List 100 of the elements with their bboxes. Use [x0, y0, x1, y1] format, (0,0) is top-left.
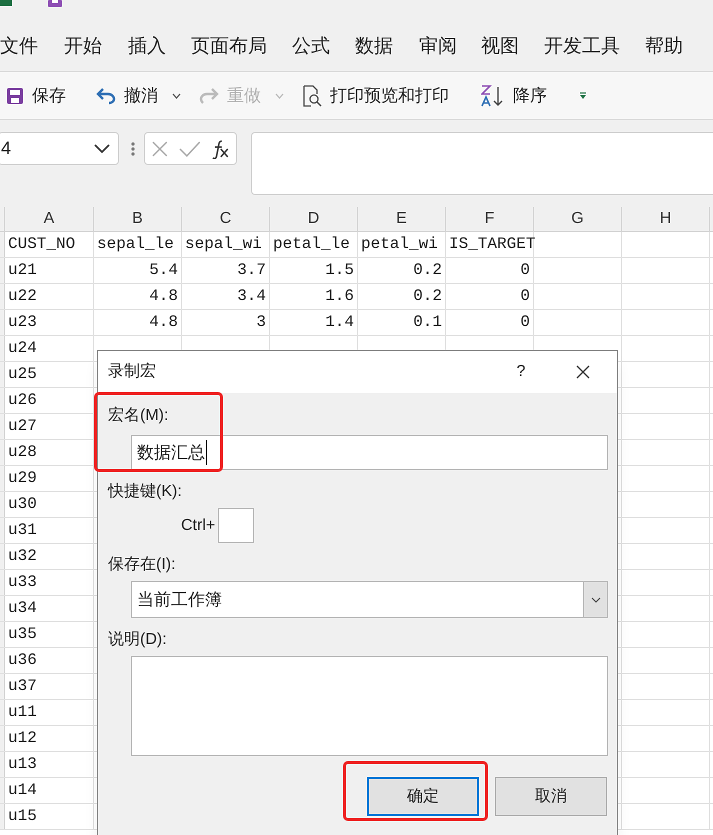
dialog-button[interactable]: 确定 — [367, 777, 479, 816]
table-cell[interactable]: 4.8 — [94, 310, 182, 335]
table-cell[interactable]: petal_le — [270, 232, 358, 257]
dropdown[interactable]: 当前工作簿 — [131, 581, 608, 618]
column-header[interactable]: F — [446, 207, 534, 231]
table-cell[interactable]: u23 — [5, 310, 94, 335]
toolbar-button[interactable]: 降序 — [479, 78, 549, 114]
table-cell[interactable]: sepal_le — [94, 232, 182, 257]
table-cell[interactable]: u37 — [5, 674, 94, 699]
row-header[interactable] — [0, 726, 5, 751]
more-icon[interactable] — [131, 142, 135, 156]
table-cell[interactable]: u29 — [5, 466, 94, 491]
ribbon-tab[interactable]: 公式 — [292, 32, 355, 61]
row-header[interactable] — [0, 518, 5, 543]
toolbar-button[interactable]: 保存 — [4, 78, 68, 114]
row-header[interactable] — [0, 284, 5, 309]
table-cell[interactable]: 0 — [446, 284, 534, 309]
table-cell[interactable]: u30 — [5, 492, 94, 517]
table-cell[interactable]: u22 — [5, 284, 94, 309]
ribbon-tab[interactable]: 文件 — [0, 32, 64, 61]
column-header[interactable]: B — [94, 207, 182, 231]
table-cell[interactable]: u13 — [5, 752, 94, 777]
table-cell[interactable]: 1.5 — [270, 258, 358, 283]
row-header[interactable] — [0, 596, 5, 621]
column-header[interactable]: C — [182, 207, 270, 231]
row-header[interactable] — [0, 440, 5, 465]
dialog-button[interactable]: 取消 — [495, 777, 607, 816]
table-cell[interactable]: 0.1 — [358, 310, 446, 335]
table-cell[interactable]: 0 — [446, 258, 534, 283]
table-cell[interactable]: 4.8 — [94, 284, 182, 309]
table-cell[interactable]: u33 — [5, 570, 94, 595]
ribbon-tab[interactable]: 视图 — [481, 32, 544, 61]
table-cell[interactable]: CUST_NO — [5, 232, 94, 257]
table-cell[interactable]: u35 — [5, 622, 94, 647]
row-header[interactable] — [0, 648, 5, 673]
table-cell[interactable]: u14 — [5, 778, 94, 803]
name-box[interactable]: 4 — [0, 132, 119, 165]
table-cell[interactable]: 0 — [446, 310, 534, 335]
table-cell[interactable]: 5.4 — [94, 258, 182, 283]
description-field[interactable] — [131, 656, 608, 756]
table-cell[interactable]: u15 — [5, 804, 94, 829]
cancel-icon[interactable] — [151, 140, 169, 158]
table-cell[interactable]: u21 — [5, 258, 94, 283]
row-header[interactable] — [0, 466, 5, 491]
help-button[interactable]: ? — [501, 357, 541, 387]
row-header[interactable] — [0, 622, 5, 647]
table-cell[interactable]: u24 — [5, 336, 94, 361]
row-header[interactable] — [0, 752, 5, 777]
column-header[interactable]: A — [5, 207, 94, 231]
ribbon-tab[interactable]: 数据 — [355, 32, 419, 61]
column-header[interactable]: G — [534, 207, 622, 231]
table-cell[interactable]: 1.6 — [270, 284, 358, 309]
row-header[interactable] — [0, 492, 5, 517]
table-cell[interactable]: 0.2 — [358, 258, 446, 283]
ribbon-tab[interactable]: 开始 — [64, 32, 128, 61]
row-header[interactable] — [0, 804, 5, 829]
row-header[interactable] — [0, 570, 5, 595]
table-cell[interactable]: u34 — [5, 596, 94, 621]
table-cell[interactable]: u28 — [5, 440, 94, 465]
table-cell[interactable]: u31 — [5, 518, 94, 543]
ribbon-tab[interactable]: 帮助 — [645, 32, 705, 61]
column-header[interactable]: D — [270, 207, 358, 231]
table-cell[interactable]: u36 — [5, 648, 94, 673]
shortcut-key-field[interactable] — [218, 508, 254, 543]
row-header[interactable] — [0, 232, 5, 257]
formula-input[interactable] — [251, 132, 713, 195]
ribbon-tab[interactable]: 插入 — [128, 32, 191, 61]
function-icon[interactable] — [210, 138, 230, 158]
column-header[interactable]: E — [358, 207, 446, 231]
table-cell[interactable]: sepal_wi — [182, 232, 270, 257]
row-header[interactable] — [0, 414, 5, 439]
ribbon-tab[interactable]: 开发工具 — [544, 32, 645, 61]
text-field[interactable]: 数据汇总 — [131, 435, 608, 470]
save-icon[interactable] — [48, 0, 62, 7]
table-cell[interactable]: petal_wi — [358, 232, 446, 257]
row-header[interactable] — [0, 258, 5, 283]
table-cell[interactable]: u26 — [5, 388, 94, 413]
table-cell[interactable]: u27 — [5, 414, 94, 439]
row-header[interactable] — [0, 336, 5, 361]
table-cell[interactable]: IS_TARGET — [446, 232, 534, 257]
ribbon-tab[interactable]: 页面布局 — [191, 32, 292, 61]
row-header[interactable] — [0, 388, 5, 413]
table-cell[interactable]: 3 — [182, 310, 270, 335]
column-header[interactable]: H — [622, 207, 710, 231]
row-header[interactable] — [0, 362, 5, 387]
row-header[interactable] — [0, 674, 5, 699]
check-icon[interactable] — [178, 140, 200, 156]
table-cell[interactable]: 0.2 — [358, 284, 446, 309]
ribbon-tab[interactable]: 审阅 — [419, 32, 481, 61]
table-cell[interactable]: 3.7 — [182, 258, 270, 283]
toolbar-button[interactable]: 撤消 — [94, 78, 183, 114]
table-cell[interactable]: 3.4 — [182, 284, 270, 309]
row-header[interactable] — [0, 700, 5, 725]
table-cell[interactable]: u32 — [5, 544, 94, 569]
toolbar-button[interactable]: 打印预览和打印 — [300, 78, 451, 114]
row-header[interactable] — [0, 778, 5, 803]
table-cell[interactable]: 1.4 — [270, 310, 358, 335]
table-cell[interactable]: u25 — [5, 362, 94, 387]
table-cell[interactable]: u11 — [5, 700, 94, 725]
row-header[interactable] — [0, 544, 5, 569]
